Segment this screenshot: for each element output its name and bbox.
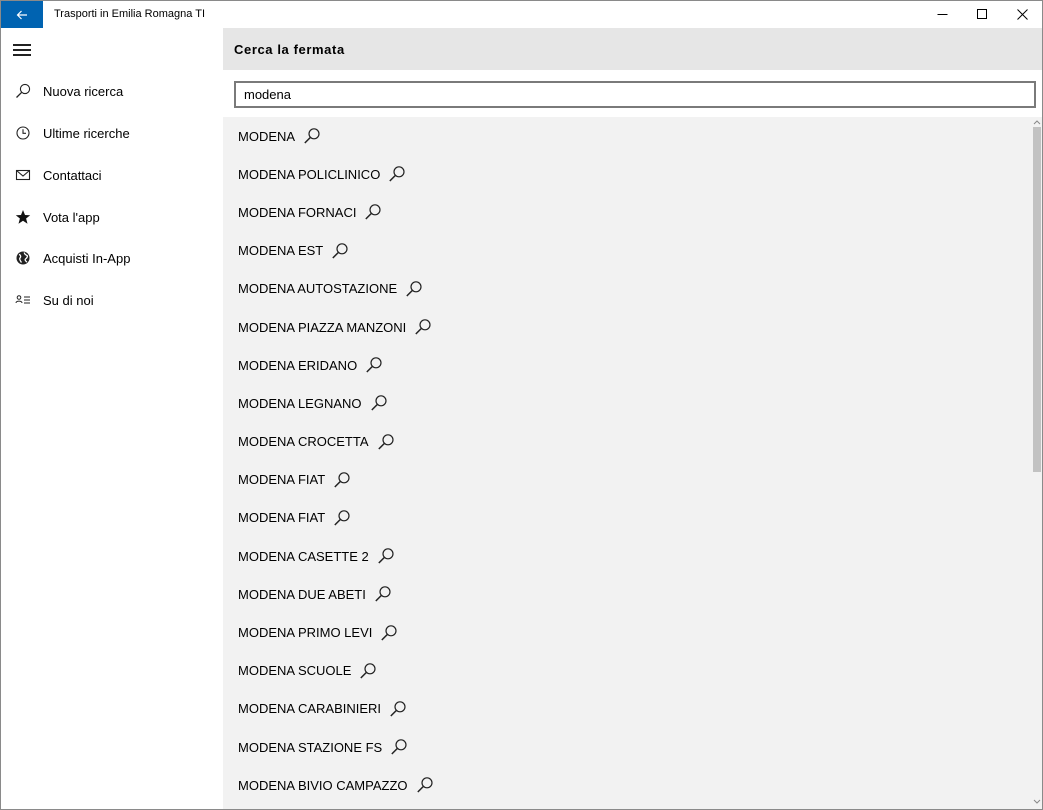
result-item[interactable]: MODENA FIAT	[223, 499, 1028, 537]
result-item[interactable]: MODENA FIAT	[223, 461, 1028, 499]
maximize-icon	[976, 9, 987, 19]
result-item-label: MODENA	[238, 128, 296, 144]
sidebar-item-nuova-ricerca[interactable]: Nuova ricerca	[1, 71, 223, 111]
search-icon[interactable]	[380, 624, 398, 642]
result-item-label: MODENA ERIDANO	[238, 357, 358, 373]
sidebar-item-su-di-noi[interactable]: Su di noi	[1, 280, 223, 320]
close-button[interactable]	[1001, 1, 1042, 28]
close-icon	[1016, 9, 1028, 20]
contact-card-icon	[14, 291, 32, 309]
scroll-down-arrow-icon[interactable]	[1033, 799, 1041, 805]
result-item[interactable]: MODENA CARABINIERI	[223, 690, 1028, 728]
result-item-label: MODENA FIAT	[238, 472, 326, 488]
sidebar-item-label: Ultime ricerche	[43, 125, 130, 141]
search-icon[interactable]	[388, 165, 406, 183]
result-item[interactable]: MODENA AUTOSTAZIONE	[223, 270, 1028, 308]
result-item-label: MODENA AUTOSTAZIONE	[238, 281, 398, 297]
result-item-label: MODENA CARABINIERI	[238, 701, 382, 717]
result-item[interactable]: MODENA FORNACI	[223, 193, 1028, 231]
search-icon[interactable]	[390, 738, 408, 756]
result-item[interactable]: MODENA POLICLINICO	[223, 155, 1028, 193]
search-icon[interactable]	[377, 547, 395, 565]
result-item[interactable]: MODENA PRIMO LEVI	[223, 613, 1028, 651]
result-item[interactable]: MODENA CASETTE 2	[223, 537, 1028, 575]
scroll-up-arrow-icon[interactable]	[1033, 119, 1041, 125]
result-item-label: MODENA CROCETTA	[238, 434, 369, 450]
result-item[interactable]: MODENA STAZIONE FS	[223, 728, 1028, 766]
search-icon	[14, 82, 32, 100]
search-icon[interactable]	[333, 509, 351, 527]
sidebar-item-vota-app[interactable]: Vota l'app	[1, 197, 223, 237]
search-icon[interactable]	[359, 662, 377, 680]
result-item-label: MODENA STAZIONE FS	[238, 739, 383, 755]
sidebar-item-label: Vota l'app	[43, 209, 100, 225]
result-item[interactable]: MODENA ERIDANO	[223, 346, 1028, 384]
title-bar: Trasporti in Emilia Romagna TI	[1, 1, 1042, 28]
minimize-button[interactable]	[921, 1, 963, 28]
back-arrow-icon	[16, 10, 27, 19]
result-item-label: MODENA PRIMO LEVI	[238, 625, 373, 641]
result-item[interactable]: MODENA SCUOLE	[223, 652, 1028, 690]
back-button[interactable]	[1, 1, 43, 28]
page-title: Cerca la fermata	[234, 42, 345, 57]
sidebar-item-label: Contattaci	[43, 167, 102, 183]
result-item-label: MODENA EST	[238, 243, 324, 259]
search-icon[interactable]	[331, 242, 349, 260]
window-title: Trasporti in Emilia Romagna TI	[54, 8, 205, 20]
result-item-label: MODENA FORNACI	[238, 204, 357, 220]
result-item-label: MODENA DUE ABETI	[238, 586, 366, 602]
search-icon[interactable]	[364, 203, 382, 221]
result-item[interactable]: MODENA DUE ABETI	[223, 575, 1028, 613]
sidebar-item-acquisti-in-app[interactable]: Acquisti In-App	[1, 238, 223, 278]
app-window: Trasporti in Emilia Romagna TI Nuova ric…	[0, 0, 1043, 810]
result-item-label: MODENA POLICLINICO	[238, 166, 381, 182]
results-list: MODENA MODENA POLICLINICO MODENA FORNACI MO…	[223, 117, 1028, 809]
result-item-label: MODENA PIAZZA MANZONI	[238, 319, 407, 335]
sidebar-item-label: Nuova ricerca	[43, 83, 124, 99]
result-item[interactable]: MODENA	[223, 117, 1028, 155]
search-icon[interactable]	[333, 471, 351, 489]
result-item[interactable]: MODENA LEGNANO	[223, 384, 1028, 422]
result-item[interactable]: MODENA PIAZZA MANZONI	[223, 308, 1028, 346]
search-area	[223, 70, 1042, 117]
clock-icon	[14, 124, 32, 142]
search-icon[interactable]	[389, 700, 407, 718]
search-icon[interactable]	[303, 127, 321, 145]
result-item[interactable]: MODENA CROCETTA	[223, 423, 1028, 461]
search-icon[interactable]	[374, 585, 392, 603]
hamburger-menu-icon[interactable]	[13, 43, 33, 57]
minimize-icon	[937, 14, 947, 15]
result-item-label: MODENA SCUOLE	[238, 663, 352, 679]
maximize-button[interactable]	[961, 1, 1003, 28]
result-item-label: MODENA LEGNANO	[238, 395, 362, 411]
search-icon[interactable]	[370, 394, 388, 412]
star-icon	[14, 208, 32, 226]
scrollbar-thumb[interactable]	[1033, 127, 1041, 472]
sidebar: Nuova ricerca Ultime ricerche Contattaci…	[1, 28, 223, 809]
search-icon[interactable]	[416, 776, 434, 794]
result-item-label: MODENA BIVIO CAMPAZZO	[238, 777, 408, 793]
sidebar-item-label: Su di noi	[43, 292, 94, 308]
sidebar-item-label: Acquisti In-App	[43, 250, 131, 266]
search-icon[interactable]	[414, 318, 432, 336]
search-icon[interactable]	[377, 433, 395, 451]
main-content: Cerca la fermata MODENA MODENA POLICLINIC…	[223, 28, 1042, 809]
globe-icon	[14, 249, 32, 267]
result-item[interactable]: MODENA EST	[223, 232, 1028, 270]
vertical-scrollbar[interactable]	[1031, 117, 1042, 809]
page-header: Cerca la fermata	[223, 28, 1042, 70]
result-item[interactable]: MODENA BIVIO CAMPAZZO	[223, 766, 1028, 804]
sidebar-item-contattaci[interactable]: Contattaci	[1, 155, 223, 195]
search-icon[interactable]	[365, 356, 383, 374]
result-item-label: MODENA FIAT	[238, 510, 326, 526]
search-input[interactable]	[234, 81, 1036, 108]
search-icon[interactable]	[405, 280, 423, 298]
sidebar-item-ultime-ricerche[interactable]: Ultime ricerche	[1, 113, 223, 153]
mail-icon	[14, 166, 32, 184]
result-item-label: MODENA CASETTE 2	[238, 548, 369, 564]
